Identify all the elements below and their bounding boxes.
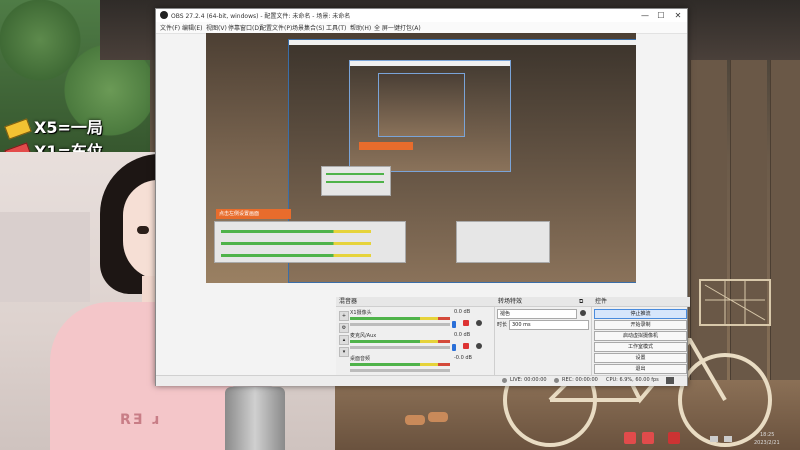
nested-mixer-large — [214, 221, 406, 263]
duration-input[interactable]: 300 ms — [509, 320, 589, 330]
duration-label: 时长 — [497, 322, 508, 328]
up-arrow-icon[interactable]: ▴ — [339, 335, 349, 345]
nested-meter — [221, 242, 371, 245]
pillow — [0, 212, 90, 302]
channel-1-fader-handle[interactable] — [452, 321, 456, 328]
controls-title: 控件 — [592, 297, 690, 307]
live-indicator-icon — [502, 378, 507, 383]
nested-capture-2 — [349, 60, 511, 172]
preview-canvas[interactable]: 点击左侧设置画面 — [206, 33, 636, 283]
nested-controls — [456, 221, 550, 263]
ticket-icon — [4, 117, 32, 140]
microphone-stand — [225, 387, 285, 450]
float-icon[interactable]: ⧉ — [579, 297, 591, 306]
settings-button[interactable]: 设置 — [594, 353, 687, 363]
menu-view[interactable]: 视图(V) — [206, 23, 227, 32]
exit-button[interactable]: 退出 — [594, 364, 687, 374]
status-bar: LIVE: 00:00:00 REC: 00:00:00 CPU: 6.9%, … — [156, 375, 687, 386]
window-title: OBS 27.2.4 (64-bit, windows) - 配置文件: 未命名… — [171, 13, 351, 20]
nested-mixer — [321, 166, 391, 196]
left-eye — [137, 226, 149, 234]
add-icon[interactable]: + — [339, 311, 349, 321]
audio-mixer-dock: 混音器 + ⚙ ▴ ▾ X1摄像头 0.0 dB 麦克风/Aux 0.0 dB … — [336, 297, 497, 375]
channel-3-db: -0.0 dB — [454, 355, 472, 361]
menu-help[interactable]: 帮助(H) — [350, 23, 371, 32]
sandal — [405, 415, 425, 425]
minimize-button[interactable]: — — [637, 9, 653, 22]
nested-meter — [221, 254, 371, 257]
channel-2-meter — [350, 340, 450, 343]
channel-2-db: 0.0 dB — [454, 332, 471, 338]
channel-3-name: 桌面音频 — [350, 356, 371, 362]
sandal — [428, 412, 448, 422]
rule-1-text: X5=一局 — [34, 118, 103, 137]
channel-2-gear-icon[interactable] — [476, 343, 482, 349]
clock-date[interactable]: 2023/2/21 — [754, 440, 780, 446]
shirt-text: RƎ ɹ — [120, 412, 161, 428]
clock-time[interactable]: 18:25 — [760, 432, 774, 438]
nested-meter — [326, 181, 384, 183]
menu-tools[interactable]: 工具(T) — [326, 23, 346, 32]
system-tray: 18:25 2023/2/21 — [620, 428, 800, 450]
channel-2-name: 麦克风/Aux — [350, 333, 377, 339]
menu-pack[interactable]: 全 屏一键打包(A) — [374, 23, 421, 32]
channel-1-db: 0.0 dB — [454, 309, 471, 315]
bottom-docks: 混音器 + ⚙ ▴ ▾ X1摄像头 0.0 dB 麦克风/Aux 0.0 dB … — [336, 297, 690, 375]
channel-3-meter — [350, 363, 450, 366]
channel-2-fader-handle[interactable] — [452, 344, 456, 351]
stop-streaming-button[interactable]: 停止推流 — [594, 309, 687, 319]
channel-1-gear-icon[interactable] — [476, 320, 482, 326]
app-icon[interactable] — [642, 432, 654, 444]
stream-health-icon — [666, 377, 674, 384]
scene-transitions-dock: 转场特效 ⧉ 褪色 时长 300 ms — [495, 297, 594, 375]
start-virtual-camera-button[interactable]: 启动虚拟摄像机 — [594, 331, 687, 341]
nested-capture-3 — [378, 73, 465, 137]
live-time: LIVE: 00:00:00 — [510, 377, 547, 383]
menu-edit[interactable]: 编辑(E) — [182, 23, 202, 32]
studio-mode-button[interactable]: 工作室模式 — [594, 342, 687, 352]
menu-profile[interactable]: 配置文件(P) — [260, 23, 292, 32]
channel-2-mute-icon[interactable] — [463, 343, 469, 349]
channel-1-meter — [350, 317, 450, 320]
close-button[interactable]: ✕ — [670, 9, 686, 22]
channel-1-mute-icon[interactable] — [463, 320, 469, 326]
channel-1-name: X1摄像头 — [350, 310, 372, 316]
maximize-button[interactable]: ☐ — [653, 9, 669, 22]
channel-2-fader[interactable] — [350, 346, 450, 349]
transition-gear-icon[interactable] — [580, 310, 586, 316]
rec-time: REC: 00:00:00 — [562, 377, 598, 383]
app-icon[interactable] — [624, 432, 636, 444]
channel-1-fader[interactable] — [350, 323, 450, 326]
nested-meter — [326, 173, 384, 175]
app-icon[interactable] — [668, 432, 680, 444]
nested-meter — [221, 230, 371, 233]
transition-type-select[interactable]: 褪色 — [497, 309, 577, 319]
title-bar[interactable]: OBS 27.2.4 (64-bit, windows) - 配置文件: 未命名… — [156, 9, 687, 23]
nested-orange-label — [359, 142, 413, 150]
obs-window: OBS 27.2.4 (64-bit, windows) - 配置文件: 未命名… — [155, 8, 690, 386]
start-recording-button[interactable]: 开始录制 — [594, 320, 687, 330]
volume-icon[interactable] — [724, 436, 732, 442]
gear-icon[interactable]: ⚙ — [339, 323, 349, 333]
nested-titlebar — [289, 40, 636, 45]
menu-docks[interactable]: 停靠窗口(D) — [228, 23, 261, 32]
rec-indicator-icon — [554, 378, 559, 383]
down-arrow-icon[interactable]: ▾ — [339, 347, 349, 357]
nested-titlebar — [350, 61, 510, 66]
menu-scene-collection[interactable]: 场景集合(S) — [292, 23, 325, 32]
controls-dock: 控件 停止推流 开始录制 启动虚拟摄像机 工作室模式 设置 退出 — [592, 297, 690, 375]
menu-file[interactable]: 文件(F) — [160, 23, 180, 32]
obs-logo-icon — [160, 11, 168, 19]
mixer-title: 混音器 — [336, 297, 497, 307]
sticker-rule-1: X5=一局 — [4, 114, 103, 140]
channel-3-fader[interactable] — [350, 369, 450, 372]
network-icon[interactable] — [710, 436, 718, 442]
cpu-fps: CPU: 6.9%, 60.00 fps — [606, 377, 659, 383]
orange-label: 点击左侧设置画面 — [216, 209, 291, 219]
